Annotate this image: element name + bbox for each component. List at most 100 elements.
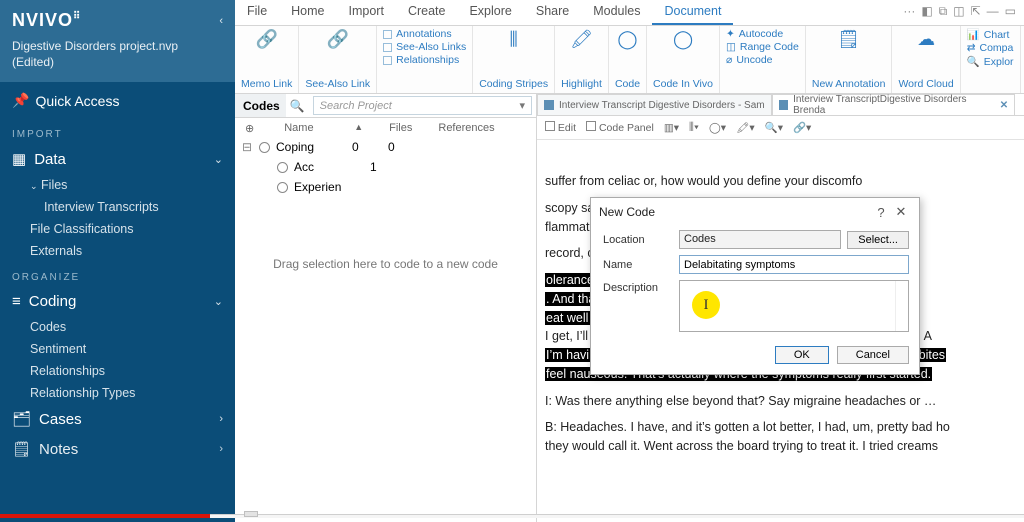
code-row-coping[interactable]: ⊟ Coping 0 0 [235, 137, 536, 157]
menu-create[interactable]: Create [396, 0, 458, 25]
code-drop-hint: Drag selection here to code to a new cod… [235, 197, 536, 281]
menu-file[interactable]: File [235, 0, 279, 25]
sidebar-item-sentiment[interactable]: Sentiment [0, 338, 235, 360]
icon-5[interactable]: — [987, 4, 999, 21]
sidebar-item-codes[interactable]: Codes [0, 316, 235, 338]
plus-icon[interactable]: ⊕ [245, 122, 254, 135]
ribbon-compare[interactable]: ⇄ Compa [967, 42, 1014, 54]
link-icon: 🔗 [327, 28, 349, 50]
chevron-left-icon[interactable]: ‹ [219, 15, 223, 27]
doc-line: they would call it. Went across the boar… [545, 437, 1024, 456]
menu-modules[interactable]: Modules [581, 0, 652, 25]
ribbon-relationships[interactable]: Relationships [383, 54, 466, 66]
project-title: Digestive Disorders project.nvp (Edited) [12, 39, 223, 70]
doc-icon [779, 100, 788, 110]
code-row-experien[interactable]: Experien [235, 177, 536, 197]
ribbon: 🔗Memo Link 🔗See-Also Link Annotations Se… [235, 26, 1024, 94]
doc-line: B: Headaches. I have, and it’s gotten a … [545, 418, 1024, 437]
sidebar-item-relationship-types[interactable]: Relationship Types [0, 382, 235, 404]
sidebar-item-notes[interactable]: 🗒 Notes › [0, 434, 235, 464]
sidebar-item-data[interactable]: ▦ Data ⌄ [0, 144, 235, 174]
close-icon[interactable]: ✕ [891, 204, 911, 220]
menu-home[interactable]: Home [279, 0, 336, 25]
highlight-icon: 🖍 [570, 28, 593, 50]
sidebar-item-files[interactable]: ⌄ Files [0, 174, 235, 196]
sidebar-item-coding[interactable]: ≡ Coding ⌄ [0, 287, 235, 316]
ribbon-autocode[interactable]: ✦ Autocode [726, 28, 799, 40]
data-icon: ▦ [12, 150, 26, 168]
ribbon-uncode[interactable]: ⌀ Uncode [726, 54, 799, 66]
icon-2[interactable]: ⧉ [939, 4, 948, 21]
edit-toggle[interactable]: Edit [545, 121, 576, 134]
ribbon-word-cloud[interactable]: ☁Word Cloud [892, 26, 960, 93]
help-icon[interactable]: ? [871, 205, 891, 220]
chevron-down-icon: ⌄ [30, 181, 38, 191]
ok-button[interactable]: OK [775, 346, 829, 364]
sidebar-item-file-classifications[interactable]: File Classifications [0, 218, 235, 240]
video-progress-track[interactable] [0, 506, 1024, 518]
layout-icon[interactable]: ▥▾ [664, 122, 679, 134]
close-icon[interactable]: ✕ [1000, 100, 1008, 111]
sidebar-item-externals[interactable]: Externals [0, 240, 235, 262]
link-icon: 🔗 [255, 28, 277, 50]
ribbon-chart[interactable]: 📊 Chart [967, 28, 1014, 41]
icon-4[interactable]: ⇱ [971, 4, 981, 21]
menu-explore[interactable]: Explore [457, 0, 523, 25]
circle-icon: ◯ [673, 28, 693, 50]
search-project-input[interactable]: Search Project [313, 96, 532, 115]
name-label: Name [603, 259, 673, 271]
ribbon-memo-link[interactable]: 🔗Memo Link [235, 26, 299, 93]
pin-icon: 📌 [12, 92, 29, 109]
ribbon-code[interactable]: ◯Code [609, 26, 647, 93]
code-panel-toggle[interactable]: Code Panel [586, 121, 654, 134]
menu-import[interactable]: Import [337, 0, 396, 25]
tab-brenda[interactable]: Interview TranscriptDigestive Disorders … [772, 94, 1016, 115]
code-row-acc[interactable]: Acc 1 [235, 157, 536, 177]
codes-columns: ⊕ Name ▲ Files References [235, 118, 536, 137]
chevron-right-icon: › [219, 443, 223, 455]
cancel-button[interactable]: Cancel [837, 346, 909, 364]
sidebar-item-interview-transcripts[interactable]: Interview Transcripts [0, 196, 235, 218]
link-icon[interactable]: 🔗▾ [793, 121, 811, 134]
ribbon-explore[interactable]: 🔍 Explor [967, 55, 1014, 68]
stripes-icon: ⫼ [510, 28, 518, 50]
search-icon[interactable]: 🔍 [286, 99, 309, 113]
menu-share[interactable]: Share [524, 0, 581, 25]
icon-6[interactable]: ▭ [1005, 4, 1016, 21]
ribbon-seealso-link[interactable]: 🔗See-Also Link [299, 26, 377, 93]
ribbon-seealsolinks[interactable]: See-Also Links [383, 41, 466, 53]
ellipsis-icon[interactable]: ··· [903, 4, 915, 21]
main-area: File Home Import Create Explore Share Mo… [235, 0, 1024, 522]
circle-icon[interactable]: ◯▾ [709, 122, 726, 134]
stripes-icon[interactable]: ⫼▾ [689, 121, 699, 134]
zoom-icon[interactable]: 🔍▾ [765, 121, 783, 134]
sort-asc-icon: ▲ [354, 122, 363, 135]
document-toolbar: Edit Code Panel ▥▾ ⫼▾ ◯▾ 🖍▾ 🔍▾ 🔗▾ [537, 116, 1024, 140]
node-icon [277, 182, 288, 193]
icon-3[interactable]: ◫ [953, 4, 964, 21]
icon-1[interactable]: ◧ [921, 4, 932, 21]
ribbon-code-in-vivo[interactable]: ◯Code In Vivo [647, 26, 720, 93]
ribbon-annotations[interactable]: Annotations [383, 28, 466, 40]
select-button[interactable]: Select... [847, 231, 909, 249]
ribbon-coding-stripes[interactable]: ⫼Coding Stripes [473, 26, 555, 93]
tab-sam[interactable]: Interview Transcript Digestive Disorders… [537, 94, 772, 115]
ribbon-range-code[interactable]: ◫ Range Code [726, 41, 799, 53]
sidebar-item-relationships[interactable]: Relationships [0, 360, 235, 382]
window-extra-icons: ··· ◧ ⧉ ◫ ⇱ — ▭ [895, 0, 1024, 25]
list-icon: ≡ [12, 293, 21, 310]
quick-access-link[interactable]: 📌 Quick Access [0, 82, 235, 119]
doc-line: I: Was there anything else beyond that? … [545, 392, 1024, 411]
menu-document[interactable]: Document [652, 0, 733, 25]
name-input[interactable] [679, 255, 909, 274]
highlighter-icon[interactable]: 🖍▾ [736, 121, 755, 134]
sidebar-item-cases[interactable]: 🗂 Cases › [0, 404, 235, 434]
ribbon-new-annotation[interactable]: 🗒New Annotation [806, 26, 893, 93]
ribbon-highlight[interactable]: 🖍Highlight [555, 26, 609, 93]
collapse-icon[interactable]: ⊟ [241, 140, 253, 154]
app-logo: NVIVO⠿ [12, 10, 80, 31]
cloud-icon: ☁ [917, 28, 935, 50]
description-input[interactable]: I [679, 280, 909, 332]
description-label: Description [603, 280, 673, 294]
note-icon: 🗒 [12, 440, 31, 458]
